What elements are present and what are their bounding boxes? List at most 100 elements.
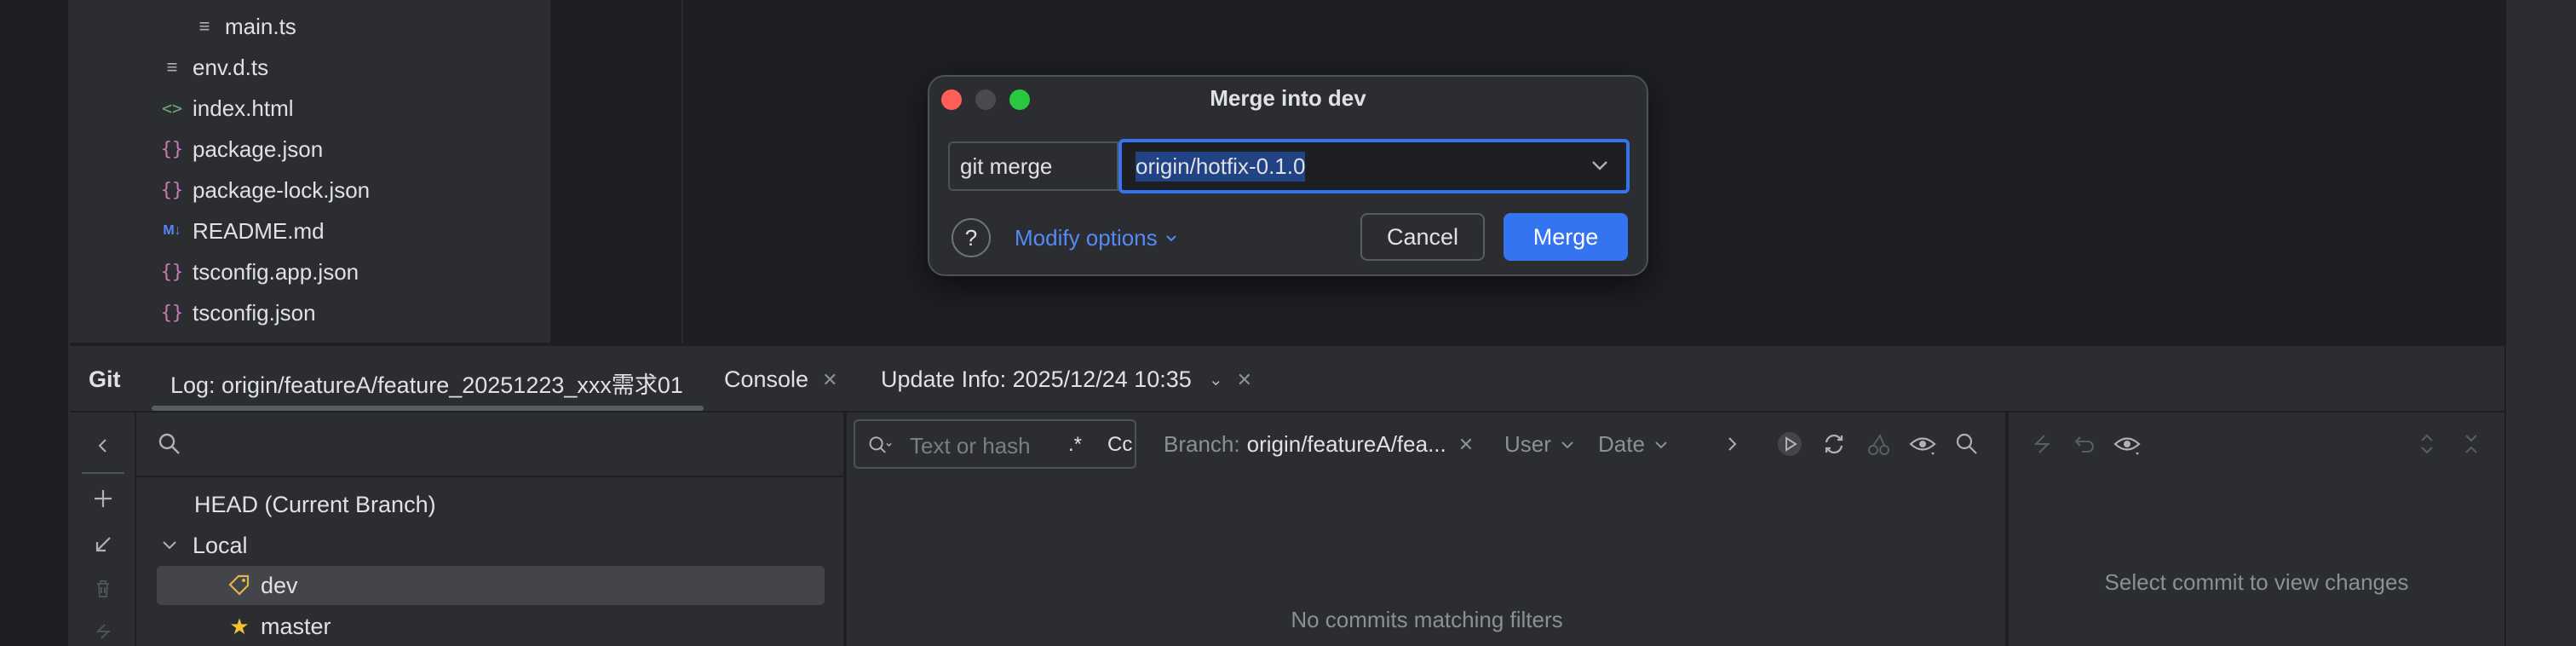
branch-head[interactable]: HEAD (Current Branch) [194, 485, 436, 524]
chevron-right-icon[interactable] [1717, 430, 1746, 459]
match-case-toggle[interactable]: Cc [1107, 433, 1132, 457]
help-button[interactable]: ? [952, 218, 991, 257]
html-file-icon: <> [161, 98, 183, 118]
tab-console[interactable]: Console ✕ [724, 366, 838, 393]
branch-group-local[interactable]: Local [160, 526, 248, 565]
tree-item-tsconfig-app-json[interactable]: {} tsconfig.app.json [158, 251, 359, 292]
tree-item-index-html[interactable]: <> index.html [158, 88, 294, 129]
search-options-icon[interactable] [867, 433, 893, 459]
search-icon[interactable] [1952, 430, 1981, 459]
tree-item-label: env.d.ts [193, 54, 269, 80]
tree-item-label: package.json [193, 136, 324, 162]
chevron-down-icon [1165, 234, 1176, 241]
tree-item-label: README.md [193, 217, 325, 244]
active-tab-indicator [152, 406, 704, 411]
branch-filter[interactable]: Branch: origin/featureA/fea... ✕ [1164, 431, 1474, 458]
branch-filter-label[interactable]: Branch: [1164, 431, 1240, 458]
date-filter[interactable]: Date [1598, 431, 1669, 458]
regex-toggle[interactable]: .* [1068, 433, 1082, 457]
branch-select[interactable]: origin/hotfix-0.1.0 [1118, 139, 1630, 193]
date-filter-label[interactable]: Date [1598, 431, 1645, 458]
chevron-down-icon[interactable]: ⌄ [1209, 369, 1223, 390]
tag-icon [228, 574, 250, 596]
merge-dialog: Merge into dev git merge origin/hotfix-0… [928, 75, 1648, 276]
branch-filter-value[interactable]: origin/featureA/fea... [1247, 431, 1446, 458]
eye-icon[interactable] [1908, 430, 1937, 459]
empty-log-message: No commits matching filters [1291, 607, 1563, 632]
branch-group-label[interactable]: Local [193, 533, 248, 559]
tree-item-label: tsconfig.json [193, 299, 316, 326]
collapse-all-icon [2457, 430, 2486, 459]
compare-branches-icon [89, 617, 118, 646]
modify-options-label[interactable]: Modify options [1015, 225, 1158, 251]
empty-changes-message: Select commit to view changes [2104, 569, 2409, 595]
tab-label[interactable]: Update Info: 2025/12/24 10:35 [881, 366, 1192, 393]
tab-update-info[interactable]: Update Info: 2025/12/24 10:35 ⌄ ✕ [881, 366, 1252, 393]
json-file-icon: {} [160, 261, 184, 283]
play-icon[interactable] [1775, 430, 1804, 459]
tree-item-label: main.ts [225, 13, 296, 39]
close-icon[interactable]: ✕ [1458, 434, 1474, 456]
tree-item-label: package-lock.json [193, 176, 371, 203]
undo-icon [2070, 430, 2099, 459]
commit-filter-placeholder: Text or hash [910, 433, 1031, 459]
chevron-down-icon[interactable] [1590, 156, 1609, 175]
dialog-title: Merge into dev [1210, 85, 1366, 111]
json-file-icon: {} [160, 138, 184, 160]
tree-item-package-json[interactable]: {} package.json [158, 129, 323, 170]
toolbar-separator [82, 472, 124, 474]
tool-window-title: Git [89, 366, 121, 392]
delete-branch-icon [89, 574, 118, 603]
modify-options-link[interactable]: Modify options [1015, 225, 1178, 251]
branch-name[interactable]: dev [261, 573, 298, 599]
close-icon[interactable]: ✕ [1237, 369, 1252, 391]
tree-item-main-ts[interactable]: ≡ main.ts [191, 6, 296, 47]
markdown-file-icon: M↓ [163, 223, 181, 238]
branch-item-master[interactable]: ★ master [227, 607, 331, 646]
tree-item-label: tsconfig.app.json [193, 258, 359, 285]
project-tree: ≡ main.ts ≡ env.d.ts <> index.html {} pa… [70, 0, 550, 343]
search-icon[interactable] [157, 431, 182, 457]
branch-search-row[interactable] [136, 412, 845, 477]
branch-head-label[interactable]: HEAD (Current Branch) [194, 492, 436, 518]
commit-details-pane: Select commit to view changes [2009, 412, 2504, 646]
tree-item-package-lock-json[interactable]: {} package-lock.json [158, 170, 370, 211]
commit-filter-input[interactable]: Text or hash .* Cc [854, 419, 1136, 469]
chevron-down-icon[interactable] [1653, 437, 1669, 453]
text-file-icon: ≡ [198, 15, 210, 37]
tree-item-readme-md[interactable]: M↓ README.md [158, 211, 325, 251]
tab-label[interactable]: Console [724, 366, 808, 393]
branch-item-dev[interactable]: dev [227, 566, 298, 605]
cherry-pick-icon [1864, 430, 1893, 459]
tree-item-label: index.html [193, 95, 294, 121]
eye-icon[interactable] [2113, 430, 2142, 459]
user-filter-label[interactable]: User [1504, 431, 1551, 458]
git-command-label: git merge [948, 141, 1118, 191]
text-file-icon: ≡ [166, 56, 178, 78]
json-file-icon: {} [160, 302, 184, 324]
editor-gutter-line [681, 0, 683, 343]
chevron-down-icon[interactable] [1560, 437, 1575, 453]
compare-icon [2027, 430, 2056, 459]
git-tool-window-tabs: Git Log: origin/featureA/feature_2025122… [70, 344, 2504, 412]
add-branch-icon[interactable] [89, 484, 118, 513]
git-branches-toolbar [70, 412, 136, 646]
chevron-down-icon[interactable] [160, 536, 179, 555]
star-icon: ★ [229, 613, 250, 639]
tab-label[interactable]: Log: origin/featureA/feature_20251223_xx… [170, 366, 683, 400]
json-file-icon: {} [160, 179, 184, 201]
tree-item-env-d-ts[interactable]: ≡ env.d.ts [158, 47, 269, 88]
refresh-icon[interactable] [1820, 430, 1849, 459]
tab-log[interactable]: Log: origin/featureA/feature_20251223_xx… [170, 366, 683, 400]
tree-item-tsconfig-json[interactable]: {} tsconfig.json [158, 292, 316, 333]
right-tool-stripe [2506, 0, 2576, 646]
collapse-left-icon[interactable] [89, 431, 118, 460]
merge-button[interactable]: Merge [1504, 213, 1628, 261]
branch-name[interactable]: master [261, 614, 331, 640]
branch-select-value[interactable]: origin/hotfix-0.1.0 [1136, 151, 1306, 182]
cancel-button[interactable]: Cancel [1360, 213, 1485, 261]
close-icon[interactable]: ✕ [822, 369, 837, 391]
user-filter[interactable]: User [1504, 431, 1575, 458]
update-branch-icon[interactable] [89, 530, 118, 559]
branches-pane: HEAD (Current Branch) Local dev ★ master [136, 412, 845, 646]
